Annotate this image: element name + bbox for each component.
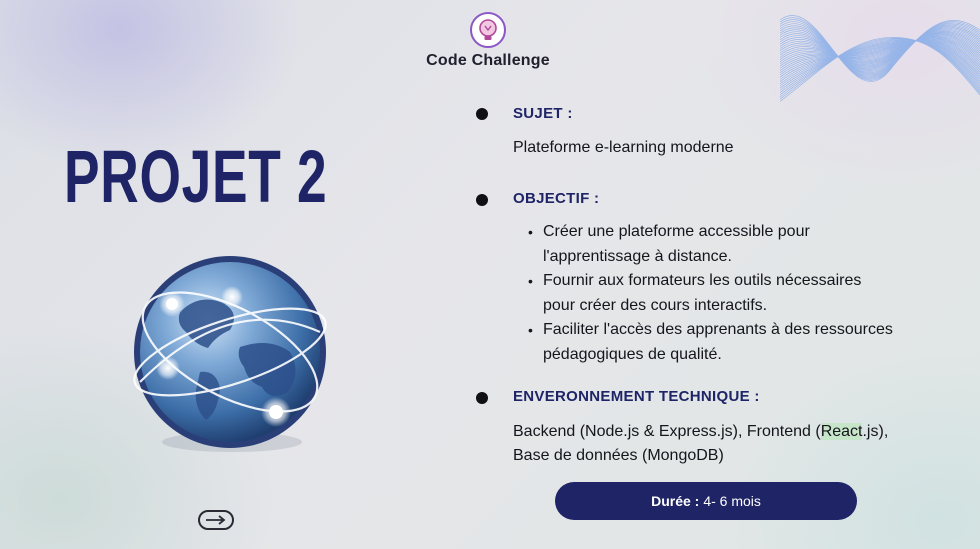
- list-item-line: pédagogiques de qualité.: [543, 345, 722, 363]
- list-item-line: Faciliter l'accès des apprenants à des r…: [543, 321, 893, 338]
- environment-line1-part: .js),: [862, 423, 889, 440]
- duration-value: 4- 6 mois: [703, 493, 761, 509]
- environment-line2: Base de données (MongoDB): [513, 447, 724, 464]
- globe-network-icon: [133, 256, 327, 452]
- subject-heading: SUJET :: [513, 105, 573, 122]
- bullet-icon: [476, 392, 488, 404]
- duration-label: Durée :: [651, 493, 700, 509]
- duration-badge: Durée : 4- 6 mois: [555, 482, 857, 520]
- brand-name: Code Challenge: [426, 52, 550, 69]
- page-title: PROJET 2: [64, 135, 328, 218]
- subject-text: Plateforme e-learning moderne: [513, 139, 734, 156]
- list-item: Fournir aux formateurs les outils nécess…: [528, 269, 968, 318]
- list-item-line: Créer une plateforme accessible pour: [543, 223, 810, 240]
- environment-text: Backend (Node.js & Express.js), Frontend…: [513, 420, 953, 468]
- environment-heading: ENVERONNEMENT TECHNIQUE :: [513, 388, 760, 405]
- bullet-icon: [476, 108, 488, 120]
- next-slide-button[interactable]: [198, 510, 234, 530]
- bullet-icon: [476, 194, 488, 206]
- environment-line1-part: Backend (Node.js & Express.js), Frontend…: [513, 423, 821, 440]
- arrow-right-icon: [206, 515, 226, 525]
- list-item: Faciliter l'accès des apprenants à des r…: [528, 318, 968, 367]
- list-item-line: l'apprentissage à distance.: [543, 247, 732, 265]
- wave-lines-decoration: [780, 15, 980, 102]
- highlighted-text: React: [820, 423, 863, 440]
- objective-list: Créer une plateforme accessible pour l'a…: [528, 220, 968, 367]
- logo-icon: [470, 12, 506, 48]
- list-item-line: pour créer des cours interactifs.: [543, 296, 768, 314]
- objective-heading: OBJECTIF :: [513, 190, 600, 207]
- list-item: Créer une plateforme accessible pour l'a…: [528, 220, 968, 269]
- list-item-line: Fournir aux formateurs les outils nécess…: [543, 272, 862, 289]
